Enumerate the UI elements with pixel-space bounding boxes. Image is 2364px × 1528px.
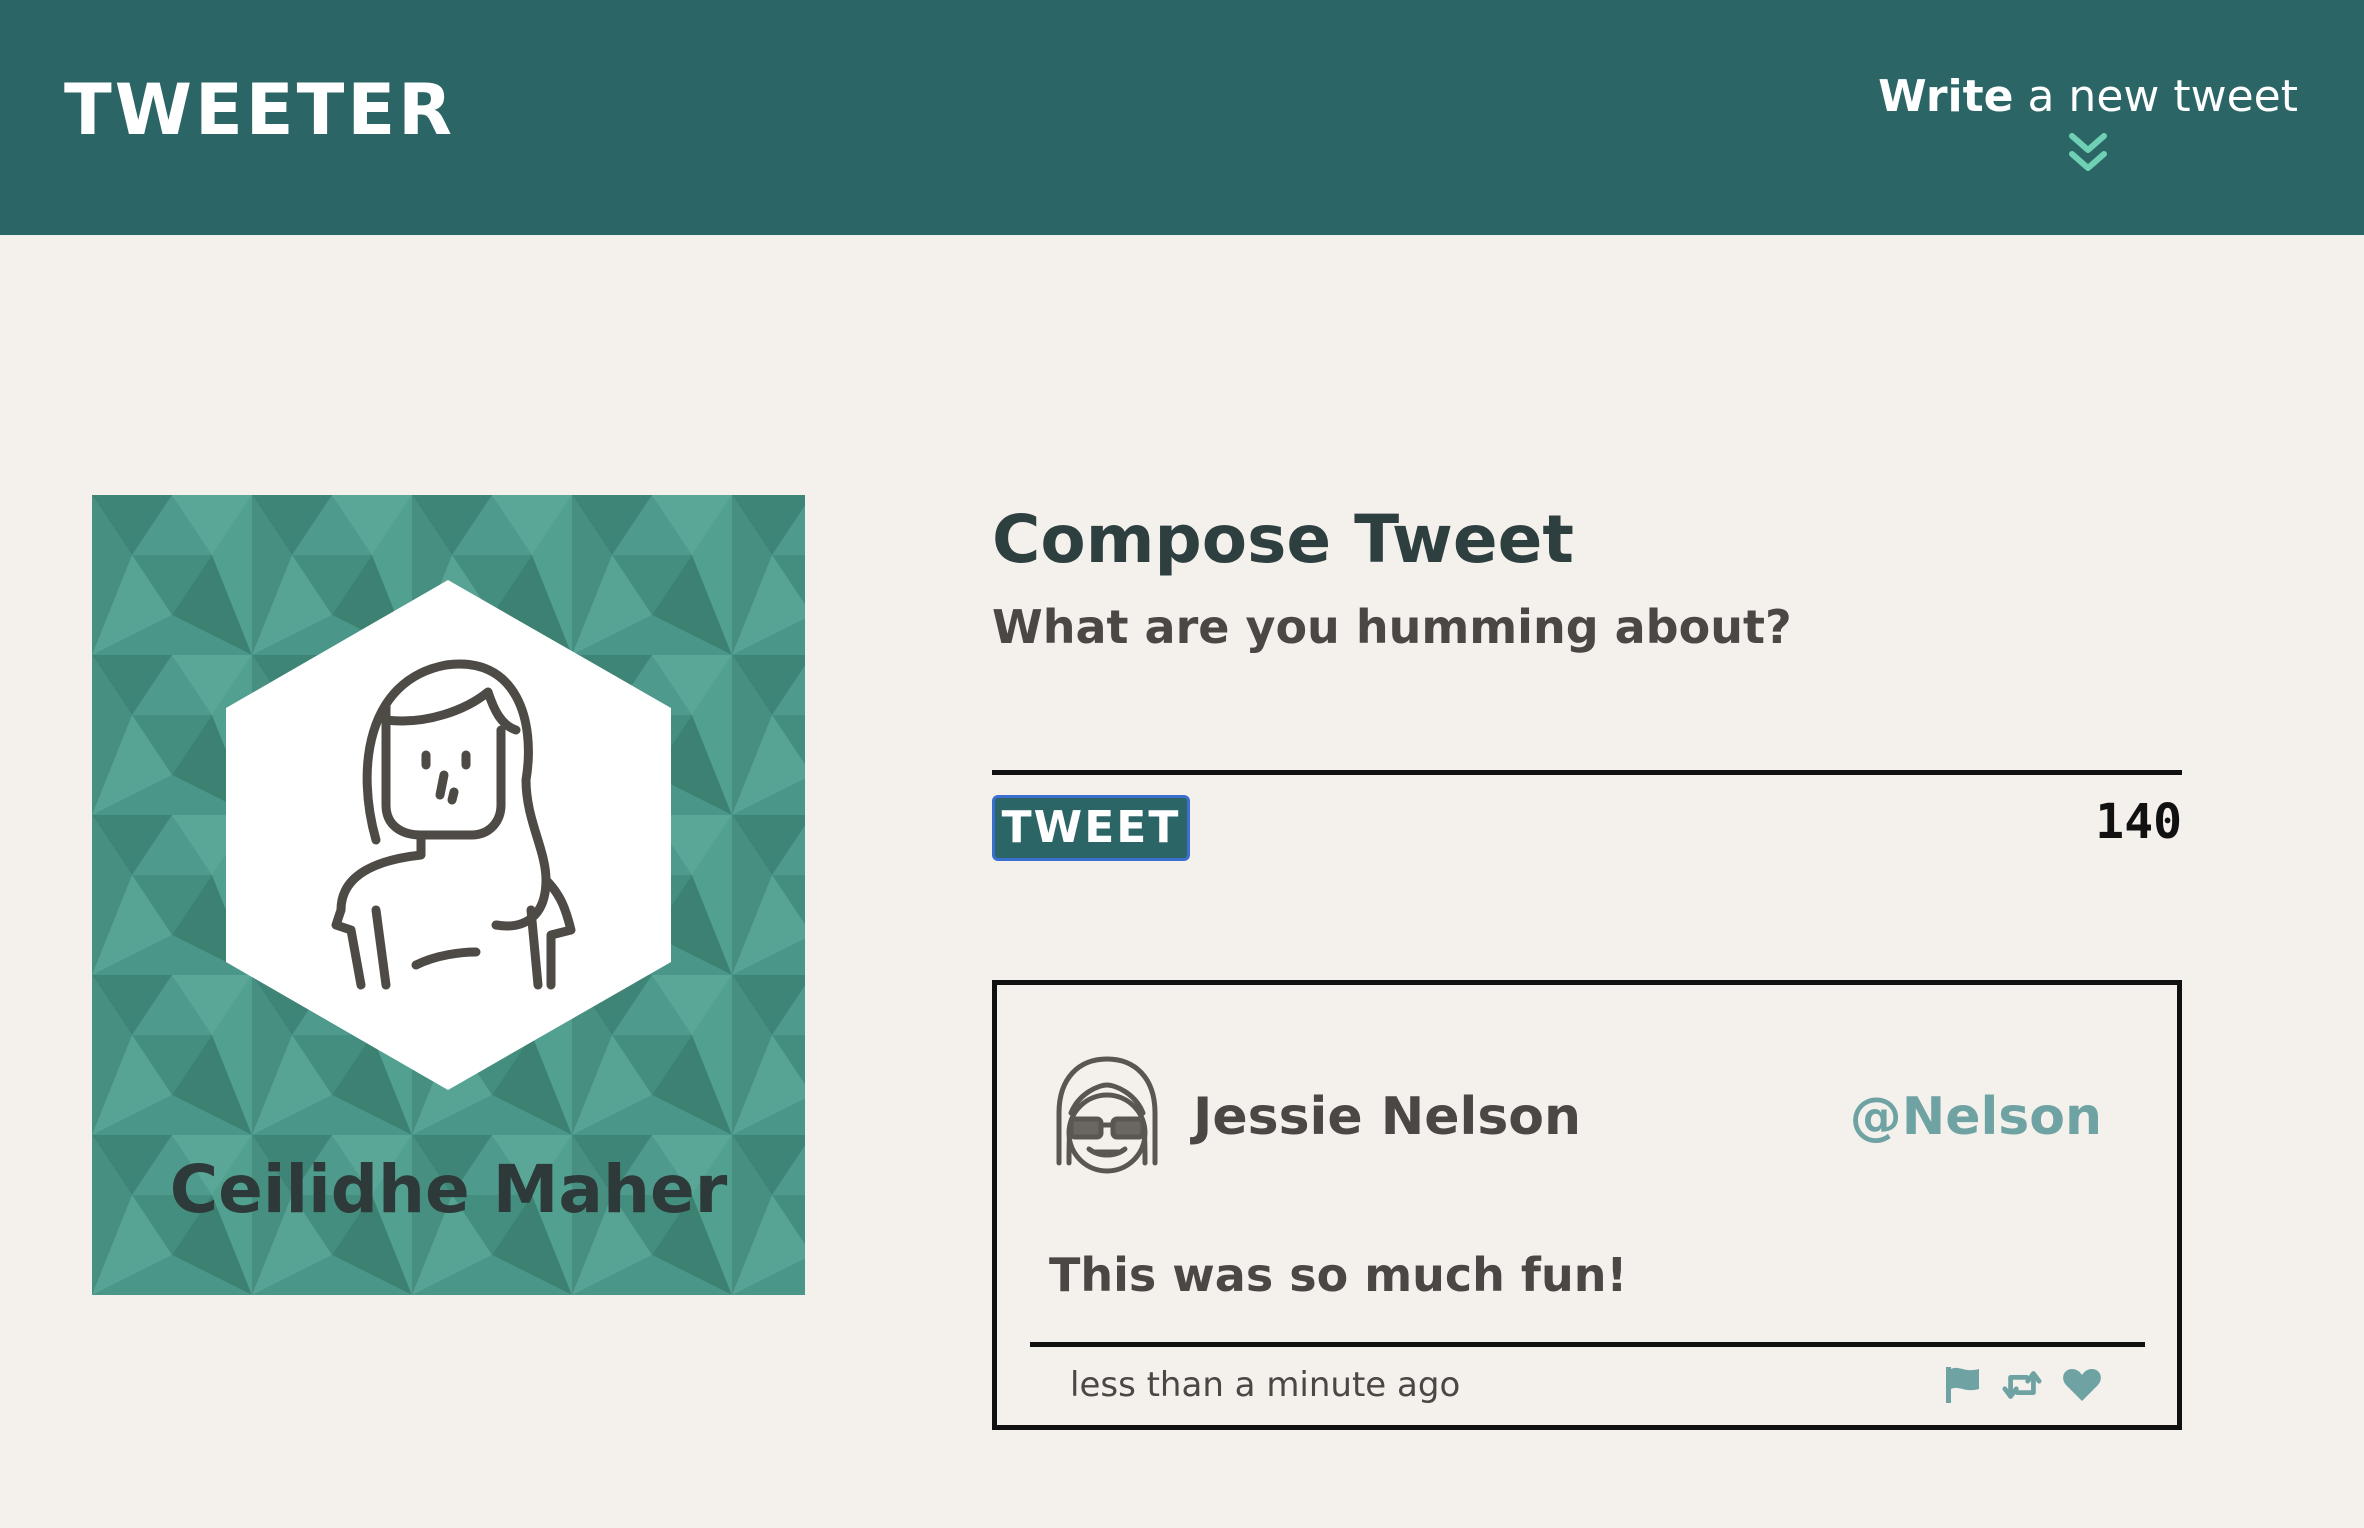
- tweet-timestamp: less than a minute ago: [1070, 1365, 1461, 1405]
- tweet-card: Jessie Nelson @Nelson This was so much f…: [992, 980, 2182, 1430]
- flag-icon[interactable]: [1942, 1365, 1982, 1405]
- tweet-submit-button[interactable]: TWEET: [992, 795, 1190, 861]
- tweet-actions: [1942, 1363, 2102, 1407]
- profile-card: Ceilidhe Maher: [92, 495, 805, 1295]
- app-logo[interactable]: TWEETER: [64, 70, 455, 150]
- woman-avatar-icon: [226, 580, 671, 1090]
- tweet-author-handle: @Nelson: [1849, 1087, 2102, 1147]
- top-nav: TWEETER Write a new tweet: [0, 0, 2364, 235]
- profile-name: Ceilidhe Maher: [169, 1151, 728, 1228]
- retweet-icon[interactable]: [2002, 1365, 2042, 1405]
- character-counter: 140: [2095, 794, 2182, 850]
- glasses-girl-avatar-icon: [1056, 1056, 1158, 1174]
- tweet-author-name: Jessie Nelson: [1193, 1087, 1582, 1147]
- write-new-tweet-label: Write a new tweet: [1878, 62, 2298, 132]
- profile-avatar: [226, 580, 671, 1090]
- write-label-rest: a new tweet: [2013, 71, 2298, 122]
- tweet-text: This was so much fun!: [1049, 1248, 1628, 1302]
- write-label-bold: Write: [1878, 71, 2014, 122]
- tweet-author-avatar: [1049, 1053, 1165, 1181]
- heart-icon[interactable]: [2062, 1365, 2102, 1405]
- write-new-tweet-toggle[interactable]: Write a new tweet: [1878, 62, 2298, 176]
- compose-title: Compose Tweet: [992, 501, 1574, 578]
- double-chevron-down-icon: [2069, 133, 2108, 171]
- tweet-divider: [1030, 1342, 2145, 1347]
- compose-tweet-input[interactable]: [992, 600, 2182, 775]
